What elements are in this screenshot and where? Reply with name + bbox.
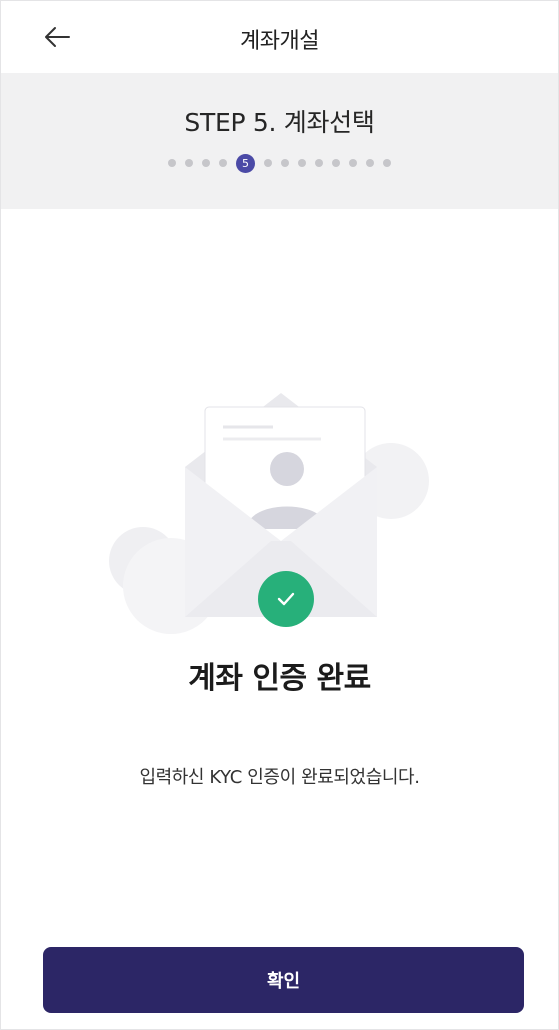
step-dot	[298, 159, 306, 167]
step-dot	[219, 159, 227, 167]
step-dot	[202, 159, 210, 167]
step-indicator-section: STEP 5. 계좌선택 5	[1, 73, 558, 209]
account-opening-screen: 계좌개설 STEP 5. 계좌선택 5 계좌 인증 완료 입력하신 KYC 인증…	[0, 0, 559, 1030]
confirm-button[interactable]: 확인	[43, 947, 524, 1013]
step-dot	[383, 159, 391, 167]
step-dot	[315, 159, 323, 167]
step-dot	[168, 159, 176, 167]
page-title: 계좌개설	[240, 29, 319, 54]
result-title: 계좌 인증 완료	[188, 661, 371, 696]
step-dot	[185, 159, 193, 167]
check-circle-icon	[258, 571, 314, 627]
step-dot	[264, 159, 272, 167]
step-dot	[332, 159, 340, 167]
step-dot	[281, 159, 289, 167]
app-header: 계좌개설	[1, 1, 558, 73]
step-progress-dots: 5	[1, 153, 558, 173]
result-description: 입력하신 KYC 인증이 완료되었습니다.	[139, 767, 420, 788]
step-dot-current: 5	[236, 153, 255, 173]
step-dot	[366, 159, 374, 167]
step-dot	[349, 159, 357, 167]
step-title: STEP 5. 계좌선택	[184, 108, 375, 137]
